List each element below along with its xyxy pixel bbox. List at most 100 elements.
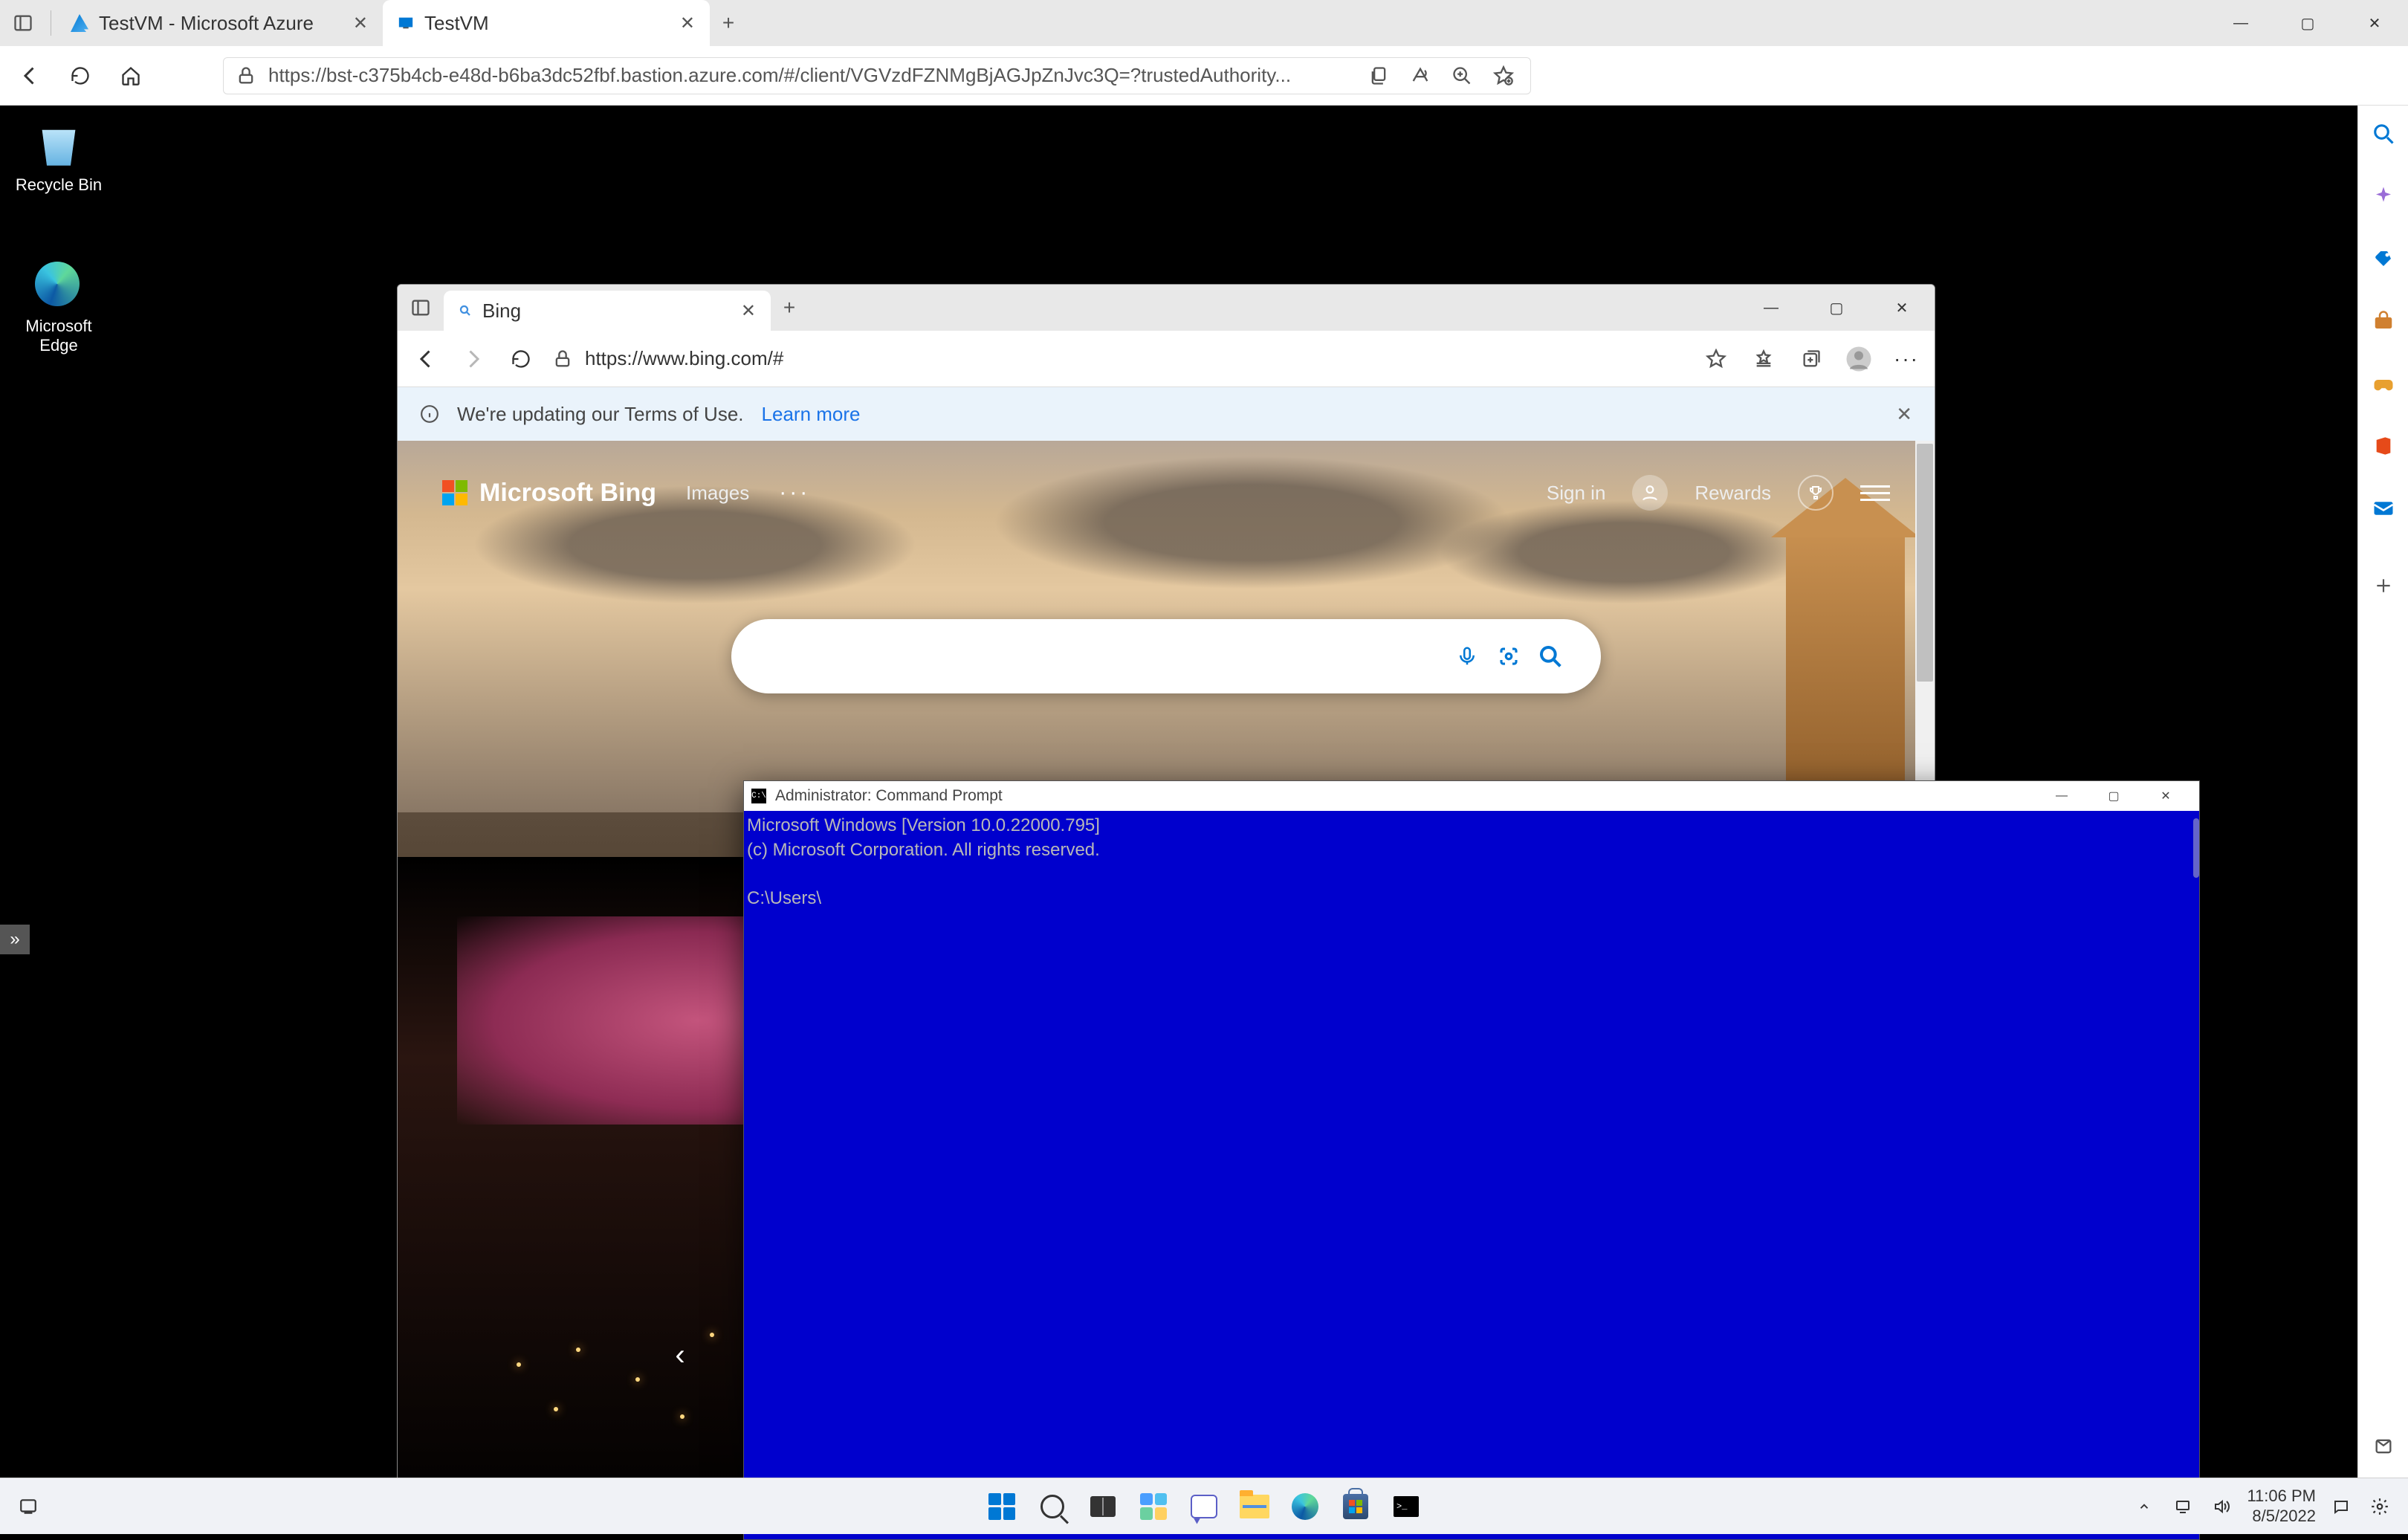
tab-title: Bing	[482, 300, 731, 323]
new-tab-button[interactable]: +	[771, 285, 808, 331]
prev-image-icon[interactable]: ‹	[658, 1333, 702, 1377]
scrollbar-thumb[interactable]	[1917, 444, 1933, 682]
favorites-list-icon[interactable]	[1747, 343, 1780, 375]
network-icon[interactable]	[2169, 1493, 2196, 1520]
close-tab-icon[interactable]: ✕	[353, 13, 368, 34]
image-search-icon[interactable]	[1488, 635, 1530, 677]
tab-actions-button[interactable]	[398, 285, 444, 331]
signin-link[interactable]: Sign in	[1547, 482, 1606, 505]
close-button[interactable]: ✕	[1869, 285, 1935, 331]
zoom-icon[interactable]	[1447, 61, 1477, 91]
address-bar[interactable]: https://www.bing.com/#	[552, 340, 1685, 378]
remote-desktop[interactable]: Recycle Bin Microsoft Edge Bing ✕	[0, 106, 2357, 1534]
profile-avatar-icon[interactable]	[1632, 475, 1668, 511]
taskbar-search-button[interactable]	[1030, 1484, 1075, 1529]
bastion-expand-handle[interactable]: »	[0, 925, 30, 954]
tab-title: TestVM	[424, 12, 670, 35]
volume-icon[interactable]	[2208, 1493, 2235, 1520]
tab-actions-button[interactable]	[0, 0, 46, 46]
close-notice-icon[interactable]: ✕	[1896, 403, 1912, 426]
address-bar[interactable]: https://bst-c375b4cb-e48d-b6ba3dc52fbf.b…	[223, 57, 1531, 94]
minimize-button[interactable]: —	[1738, 285, 1804, 331]
search-submit-icon[interactable]	[1530, 635, 1571, 677]
outlook-icon[interactable]	[2370, 495, 2397, 522]
info-icon	[420, 404, 439, 424]
collections-icon[interactable]	[1795, 343, 1828, 375]
settings-gear-icon[interactable]	[2366, 1493, 2393, 1520]
browser-tab-bing[interactable]: Bing ✕	[444, 291, 771, 331]
chat-button[interactable]	[1182, 1484, 1226, 1529]
browser-tab-azure[interactable]: TestVM - Microsoft Azure ✕	[56, 0, 383, 46]
window-controls: — ▢ ✕	[2207, 0, 2408, 46]
command-prompt-window[interactable]: C:\ Administrator: Command Prompt — ▢ ✕ …	[743, 780, 2200, 1540]
cmd-line: Microsoft Windows [Version 10.0.22000.79…	[747, 815, 1100, 835]
minimize-button[interactable]: —	[2036, 781, 2088, 811]
store-button[interactable]	[1333, 1484, 1378, 1529]
taskbar-center: >_	[980, 1484, 1428, 1529]
cmd-output[interactable]: Microsoft Windows [Version 10.0.22000.79…	[744, 811, 2199, 914]
search-input[interactable]	[761, 644, 1446, 669]
favorite-icon[interactable]	[1700, 343, 1732, 375]
cmd-line: (c) Microsoft Corporation. All rights re…	[747, 840, 1100, 860]
favorite-icon[interactable]	[1489, 61, 1518, 91]
scrollbar-thumb[interactable]	[2193, 818, 2199, 878]
widgets-button[interactable]	[15, 1493, 42, 1520]
menu-icon[interactable]: ···	[1890, 343, 1923, 375]
refresh-button[interactable]	[62, 58, 98, 94]
office-icon[interactable]	[2370, 433, 2397, 459]
edge-icon	[35, 262, 80, 306]
nav-more-icon[interactable]: ···	[779, 480, 810, 505]
inner-edge-titlebar[interactable]: Bing ✕ + — ▢ ✕	[398, 285, 1935, 331]
desktop-icon-recycle-bin[interactable]: Recycle Bin	[10, 120, 107, 195]
file-explorer-button[interactable]	[1232, 1484, 1277, 1529]
profile-icon[interactable]	[1842, 343, 1875, 375]
system-tray: 11:06 PM 8/5/2022	[2131, 1486, 2393, 1526]
terms-notice-banner: We're updating our Terms of Use. Learn m…	[398, 387, 1935, 441]
hamburger-menu-icon[interactable]	[1860, 478, 1890, 508]
taskbar-clock[interactable]: 11:06 PM 8/5/2022	[2247, 1486, 2316, 1526]
bing-logo[interactable]: Microsoft Bing	[442, 479, 656, 508]
copy-url-icon[interactable]	[1364, 61, 1394, 91]
maximize-button[interactable]: ▢	[1804, 285, 1869, 331]
refresh-button[interactable]	[505, 343, 537, 375]
rewards-trophy-icon[interactable]	[1798, 475, 1833, 511]
sidebar-settings-icon[interactable]	[2370, 1433, 2397, 1460]
edge-taskbar-button[interactable]	[1283, 1484, 1327, 1529]
desktop-icon-edge[interactable]: Microsoft Edge	[10, 262, 107, 355]
maximize-button[interactable]: ▢	[2274, 0, 2341, 46]
close-tab-icon[interactable]: ✕	[741, 300, 756, 322]
learn-more-link[interactable]: Learn more	[762, 403, 861, 426]
minimize-button[interactable]: —	[2207, 0, 2274, 46]
rewards-link[interactable]: Rewards	[1695, 482, 1771, 505]
back-button[interactable]	[12, 58, 48, 94]
remote-taskbar: >_ 11:06 PM 8/5/2022	[0, 1478, 2408, 1534]
bing-search-box[interactable]	[731, 619, 1601, 693]
inner-edge-toolbar: https://www.bing.com/# ···	[398, 331, 1935, 387]
games-icon[interactable]	[2370, 370, 2397, 397]
back-button[interactable]	[410, 343, 442, 375]
read-aloud-icon[interactable]	[1405, 61, 1435, 91]
cmd-titlebar[interactable]: C:\ Administrator: Command Prompt — ▢ ✕	[744, 781, 2199, 811]
search-icon[interactable]	[2370, 120, 2397, 147]
cmd-taskbar-button[interactable]: >_	[1384, 1484, 1428, 1529]
home-button[interactable]	[113, 58, 149, 94]
maximize-button[interactable]: ▢	[2088, 781, 2140, 811]
widgets-button[interactable]	[1131, 1484, 1176, 1529]
recycle-bin-icon	[35, 120, 82, 168]
browser-tab-testvm[interactable]: TestVM ✕	[383, 0, 710, 46]
start-button[interactable]	[980, 1484, 1024, 1529]
voice-search-icon[interactable]	[1446, 635, 1488, 677]
tray-chevron-icon[interactable]	[2131, 1493, 2158, 1520]
new-tab-button[interactable]: +	[710, 0, 747, 46]
close-button[interactable]: ✕	[2341, 0, 2408, 46]
discover-icon[interactable]	[2370, 183, 2397, 210]
task-view-button[interactable]	[1081, 1484, 1125, 1529]
cmd-title: Administrator: Command Prompt	[775, 787, 1003, 805]
close-tab-icon[interactable]: ✕	[680, 13, 695, 34]
tools-icon[interactable]	[2370, 308, 2397, 334]
nav-images[interactable]: Images	[686, 482, 749, 505]
notifications-icon[interactable]	[2328, 1493, 2354, 1520]
add-sidebar-icon[interactable]	[2370, 572, 2397, 599]
close-button[interactable]: ✕	[2140, 781, 2192, 811]
shopping-icon[interactable]	[2370, 245, 2397, 272]
